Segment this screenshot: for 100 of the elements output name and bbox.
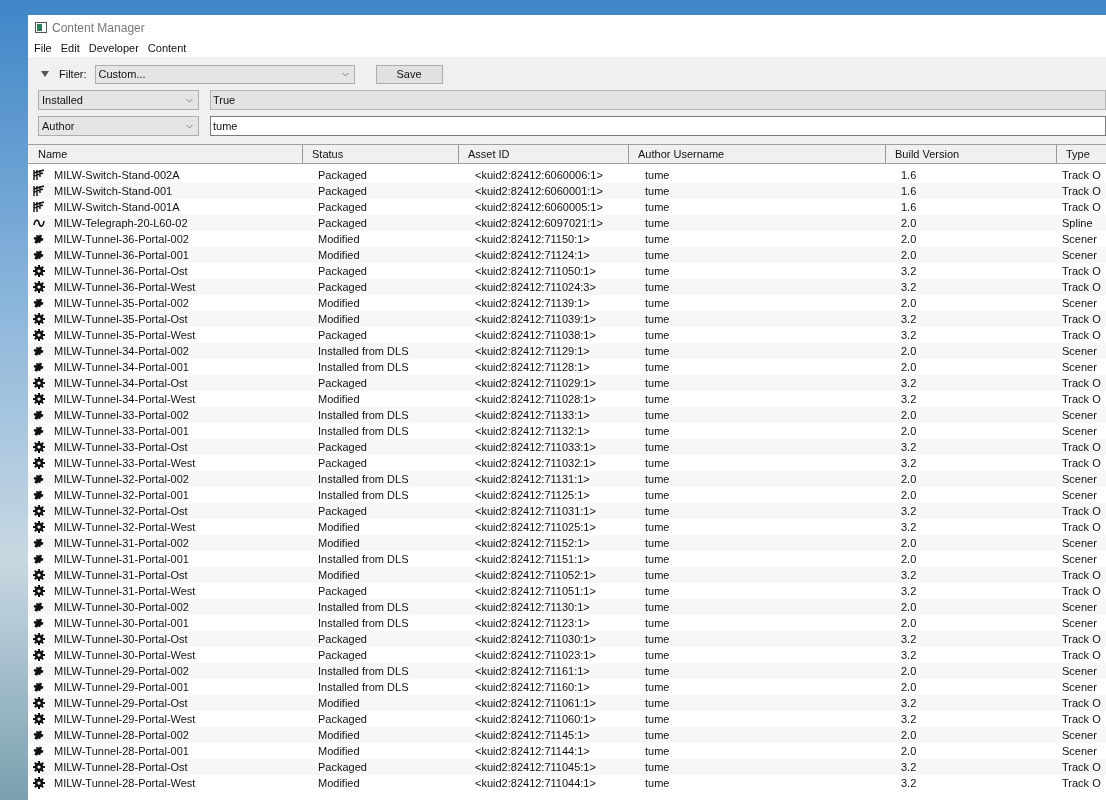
type-cell: Scener xyxy=(1062,681,1097,693)
puzzle-piece-icon xyxy=(33,249,45,262)
filter-label: Filter: xyxy=(59,66,87,82)
author-cell: tume xyxy=(645,617,670,629)
asset-id-cell: <kuid2:82412:71145:1> xyxy=(475,729,590,741)
name-cell-text: MILW-Tunnel-34-Portal-Ost xyxy=(54,376,188,391)
type-cell: Track O xyxy=(1062,377,1101,389)
type-cell: Scener xyxy=(1062,425,1097,437)
puzzle-piece-icon xyxy=(33,425,45,438)
name-cell-text: MILW-Tunnel-33-Portal-001 xyxy=(54,424,189,439)
status-cell: Installed from DLS xyxy=(318,617,409,629)
menu-item[interactable]: File xyxy=(34,40,52,57)
name-cell-text: MILW-Tunnel-31-Portal-Ost xyxy=(54,568,188,583)
name-cell-text: MILW-Tunnel-31-Portal-West xyxy=(54,584,196,599)
column-header[interactable]: Type xyxy=(1056,145,1106,163)
table-row[interactable]: MILW-Switch-Stand-001 Packaged <kuid2:82412:6060001:1> tume 1.6 Track O xyxy=(28,183,1106,199)
asset-id-cell: <kuid2:82412:6060006:1> xyxy=(475,169,603,181)
build-version-cell: 3.2 xyxy=(901,393,917,405)
column-header[interactable]: Status xyxy=(302,145,458,163)
status-cell: Modified xyxy=(318,521,360,533)
gear-icon xyxy=(33,585,45,598)
type-cell: Scener xyxy=(1062,473,1097,485)
type-cell: Track O xyxy=(1062,169,1101,181)
table-row[interactable]: MILW-Tunnel-30-Portal-Ost Packaged <kuid2:82412:711030:1> tume 3.2 Track O xyxy=(28,631,1106,647)
name-cell-text: MILW-Tunnel-36-Portal-West xyxy=(54,280,196,295)
build-version-cell: 2.0 xyxy=(901,665,917,677)
asset-id-cell: <kuid2:82412:711052:1> xyxy=(475,569,596,581)
table-row[interactable]: MILW-Tunnel-31-Portal-002 Modified <kuid2:82412:71152:1> tume 2.0 Scener xyxy=(28,535,1106,551)
author-cell: tume xyxy=(645,281,670,293)
menu-item[interactable]: Developer xyxy=(88,40,139,57)
status-cell: Modified xyxy=(318,249,360,261)
switch-stand-icon xyxy=(33,185,45,198)
author-cell: tume xyxy=(645,473,670,485)
build-version-cell: 2.0 xyxy=(901,425,917,437)
table-row[interactable]: MILW-Tunnel-36-Portal-West Packaged <kuid2:82412:711024:3> tume 3.2 Track O xyxy=(28,279,1106,295)
table-row[interactable]: MILW-Tunnel-32-Portal-002 Installed from DLS <kuid2:82412:71131:1> tume 2.0 Scener xyxy=(28,471,1106,487)
author-cell: tume xyxy=(645,649,670,661)
table-row[interactable]: MILW-Tunnel-32-Portal-Ost Packaged <kuid2:82412:711031:1> tume 3.2 Track O xyxy=(28,503,1106,519)
author-cell: tume xyxy=(645,537,670,549)
status-cell: Modified xyxy=(318,745,360,757)
table-row[interactable]: MILW-Tunnel-28-Portal-002 Modified <kuid2:82412:71145:1> tume 2.0 Scener xyxy=(28,727,1106,743)
author-cell: tume xyxy=(645,553,670,565)
table-row[interactable]: MILW-Tunnel-35-Portal-Ost Modified <kuid2:82412:711039:1> tume 3.2 Track O xyxy=(28,311,1106,327)
build-version-cell: 3.2 xyxy=(901,697,917,709)
asset-id-cell: <kuid2:82412:71151:1> xyxy=(475,553,590,565)
column-header[interactable]: Build Version xyxy=(885,145,1056,163)
name-cell-text: MILW-Tunnel-32-Portal-West xyxy=(54,520,196,535)
type-cell: Scener xyxy=(1062,361,1097,373)
table-row[interactable]: MILW-Tunnel-30-Portal-002 Installed from DLS <kuid2:82412:71130:1> tume 2.0 Scener xyxy=(28,599,1106,615)
filter-dropdown[interactable]: Custom... xyxy=(94,64,355,84)
save-button[interactable]: Save xyxy=(375,64,443,84)
table-row[interactable]: MILW-Telegraph-20-L60-02 Packaged <kuid2:82412:6097021:1> tume 2.0 Spline xyxy=(28,215,1106,231)
puzzle-piece-icon xyxy=(33,601,45,614)
type-cell: Track O xyxy=(1062,393,1101,405)
caret-icon[interactable] xyxy=(41,71,49,77)
table-row[interactable]: MILW-Tunnel-33-Portal-002 Installed from DLS <kuid2:82412:71133:1> tume 2.0 Scener xyxy=(28,407,1106,423)
build-version-cell: 2.0 xyxy=(901,473,917,485)
build-version-cell: 2.0 xyxy=(901,361,917,373)
table-row[interactable]: MILW-Tunnel-31-Portal-Ost Modified <kuid2:82412:711052:1> tume 3.2 Track O xyxy=(28,567,1106,583)
asset-id-cell: <kuid2:82412:71144:1> xyxy=(475,745,590,757)
table-row[interactable]: MILW-Tunnel-33-Portal-Ost Packaged <kuid2:82412:711033:1> tume 3.2 Track O xyxy=(28,439,1106,455)
column-header[interactable]: Asset ID xyxy=(458,145,628,163)
table-row[interactable]: MILW-Tunnel-29-Portal-Ost Modified <kuid2:82412:711061:1> tume 3.2 Track O xyxy=(28,695,1106,711)
condition-field-dropdown[interactable]: Installed xyxy=(38,90,199,110)
author-cell: tume xyxy=(645,745,670,757)
type-cell: Track O xyxy=(1062,185,1101,197)
condition-value-field[interactable]: tume xyxy=(210,116,1106,136)
puzzle-piece-icon xyxy=(33,617,45,630)
puzzle-piece-icon xyxy=(33,473,45,486)
build-version-cell: 2.0 xyxy=(901,249,917,261)
name-cell-text: MILW-Tunnel-34-Portal-West xyxy=(54,392,196,407)
asset-id-cell: <kuid2:82412:71130:1> xyxy=(475,601,590,613)
name-cell-text: MILW-Tunnel-33-Portal-Ost xyxy=(54,440,188,455)
condition-field-dropdown[interactable]: Author xyxy=(38,116,199,136)
name-cell-text: MILW-Tunnel-31-Portal-002 xyxy=(54,536,189,551)
author-cell: tume xyxy=(645,297,670,309)
asset-id-cell: <kuid2:82412:71125:1> xyxy=(475,489,590,501)
menu-item[interactable]: Edit xyxy=(60,40,80,57)
table-row[interactable]: MILW-Tunnel-34-Portal-Ost Packaged <kuid2:82412:711029:1> tume 3.2 Track O xyxy=(28,375,1106,391)
switch-stand-icon xyxy=(33,169,45,182)
table-row[interactable]: MILW-Tunnel-28-Portal-Ost Packaged <kuid2:82412:711045:1> tume 3.2 Track O xyxy=(28,759,1106,775)
gear-icon xyxy=(33,649,45,662)
table-row[interactable]: MILW-Tunnel-29-Portal-002 Installed from DLS <kuid2:82412:71161:1> tume 2.0 Scener xyxy=(28,663,1106,679)
gear-icon xyxy=(33,377,45,390)
gear-icon xyxy=(33,713,45,726)
table-row[interactable]: MILW-Tunnel-36-Portal-001 Modified <kuid2:82412:71124:1> tume 2.0 Scener xyxy=(28,247,1106,263)
condition-value-field[interactable]: True xyxy=(210,90,1106,110)
column-header[interactable]: Name xyxy=(28,145,302,163)
table-row[interactable]: MILW-Tunnel-34-Portal-002 Installed from DLS <kuid2:82412:71129:1> tume 2.0 Scener xyxy=(28,343,1106,359)
column-header[interactable]: Author Username xyxy=(628,145,885,163)
author-cell: tume xyxy=(645,441,670,453)
status-cell: Packaged xyxy=(318,713,367,725)
gear-icon xyxy=(33,281,45,294)
name-cell-text: MILW-Tunnel-29-Portal-West xyxy=(54,712,196,727)
build-version-cell: 3.2 xyxy=(901,377,917,389)
author-cell: tume xyxy=(645,185,670,197)
asset-id-cell: <kuid2:82412:71129:1> xyxy=(475,345,590,357)
menu-item[interactable]: Content xyxy=(147,40,187,57)
type-cell: Track O xyxy=(1062,457,1101,469)
build-version-cell: 3.2 xyxy=(901,265,917,277)
